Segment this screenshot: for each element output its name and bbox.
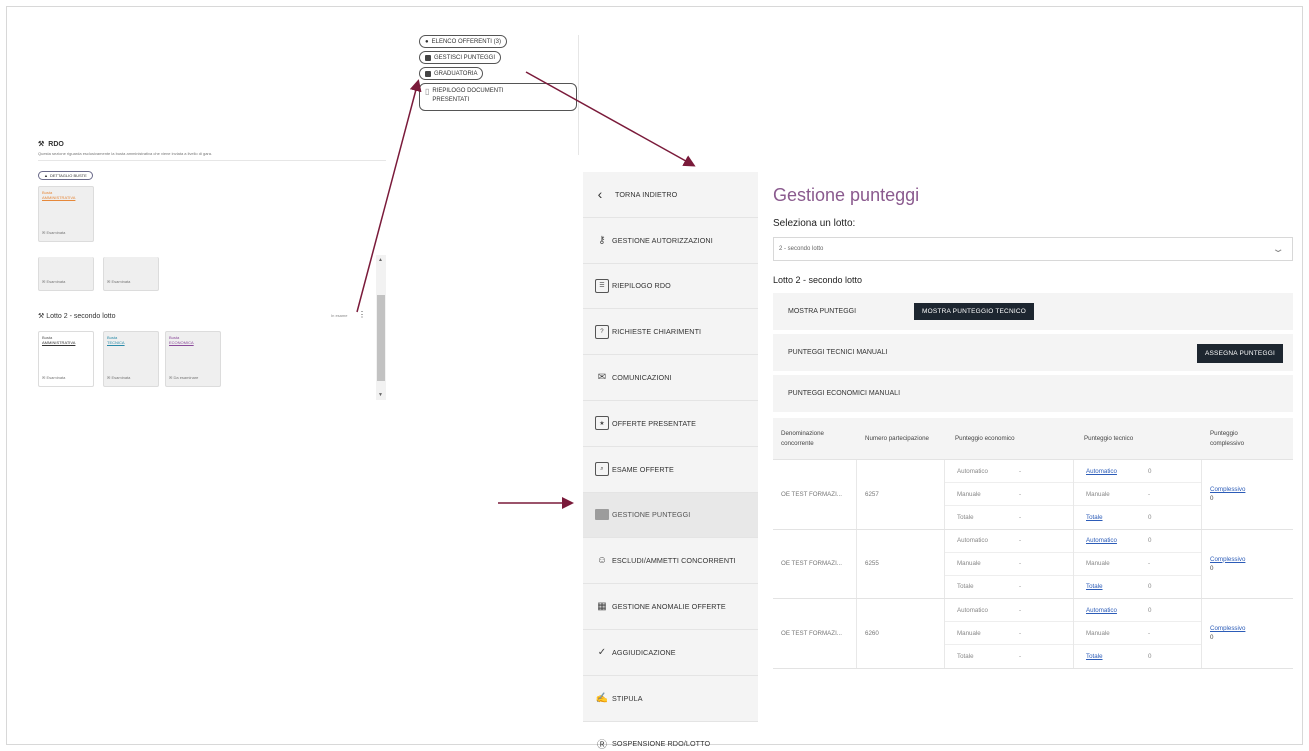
annotation-arrows <box>356 71 696 509</box>
arrow-to-popup <box>356 79 422 313</box>
arrow-to-sidebar <box>525 71 696 167</box>
